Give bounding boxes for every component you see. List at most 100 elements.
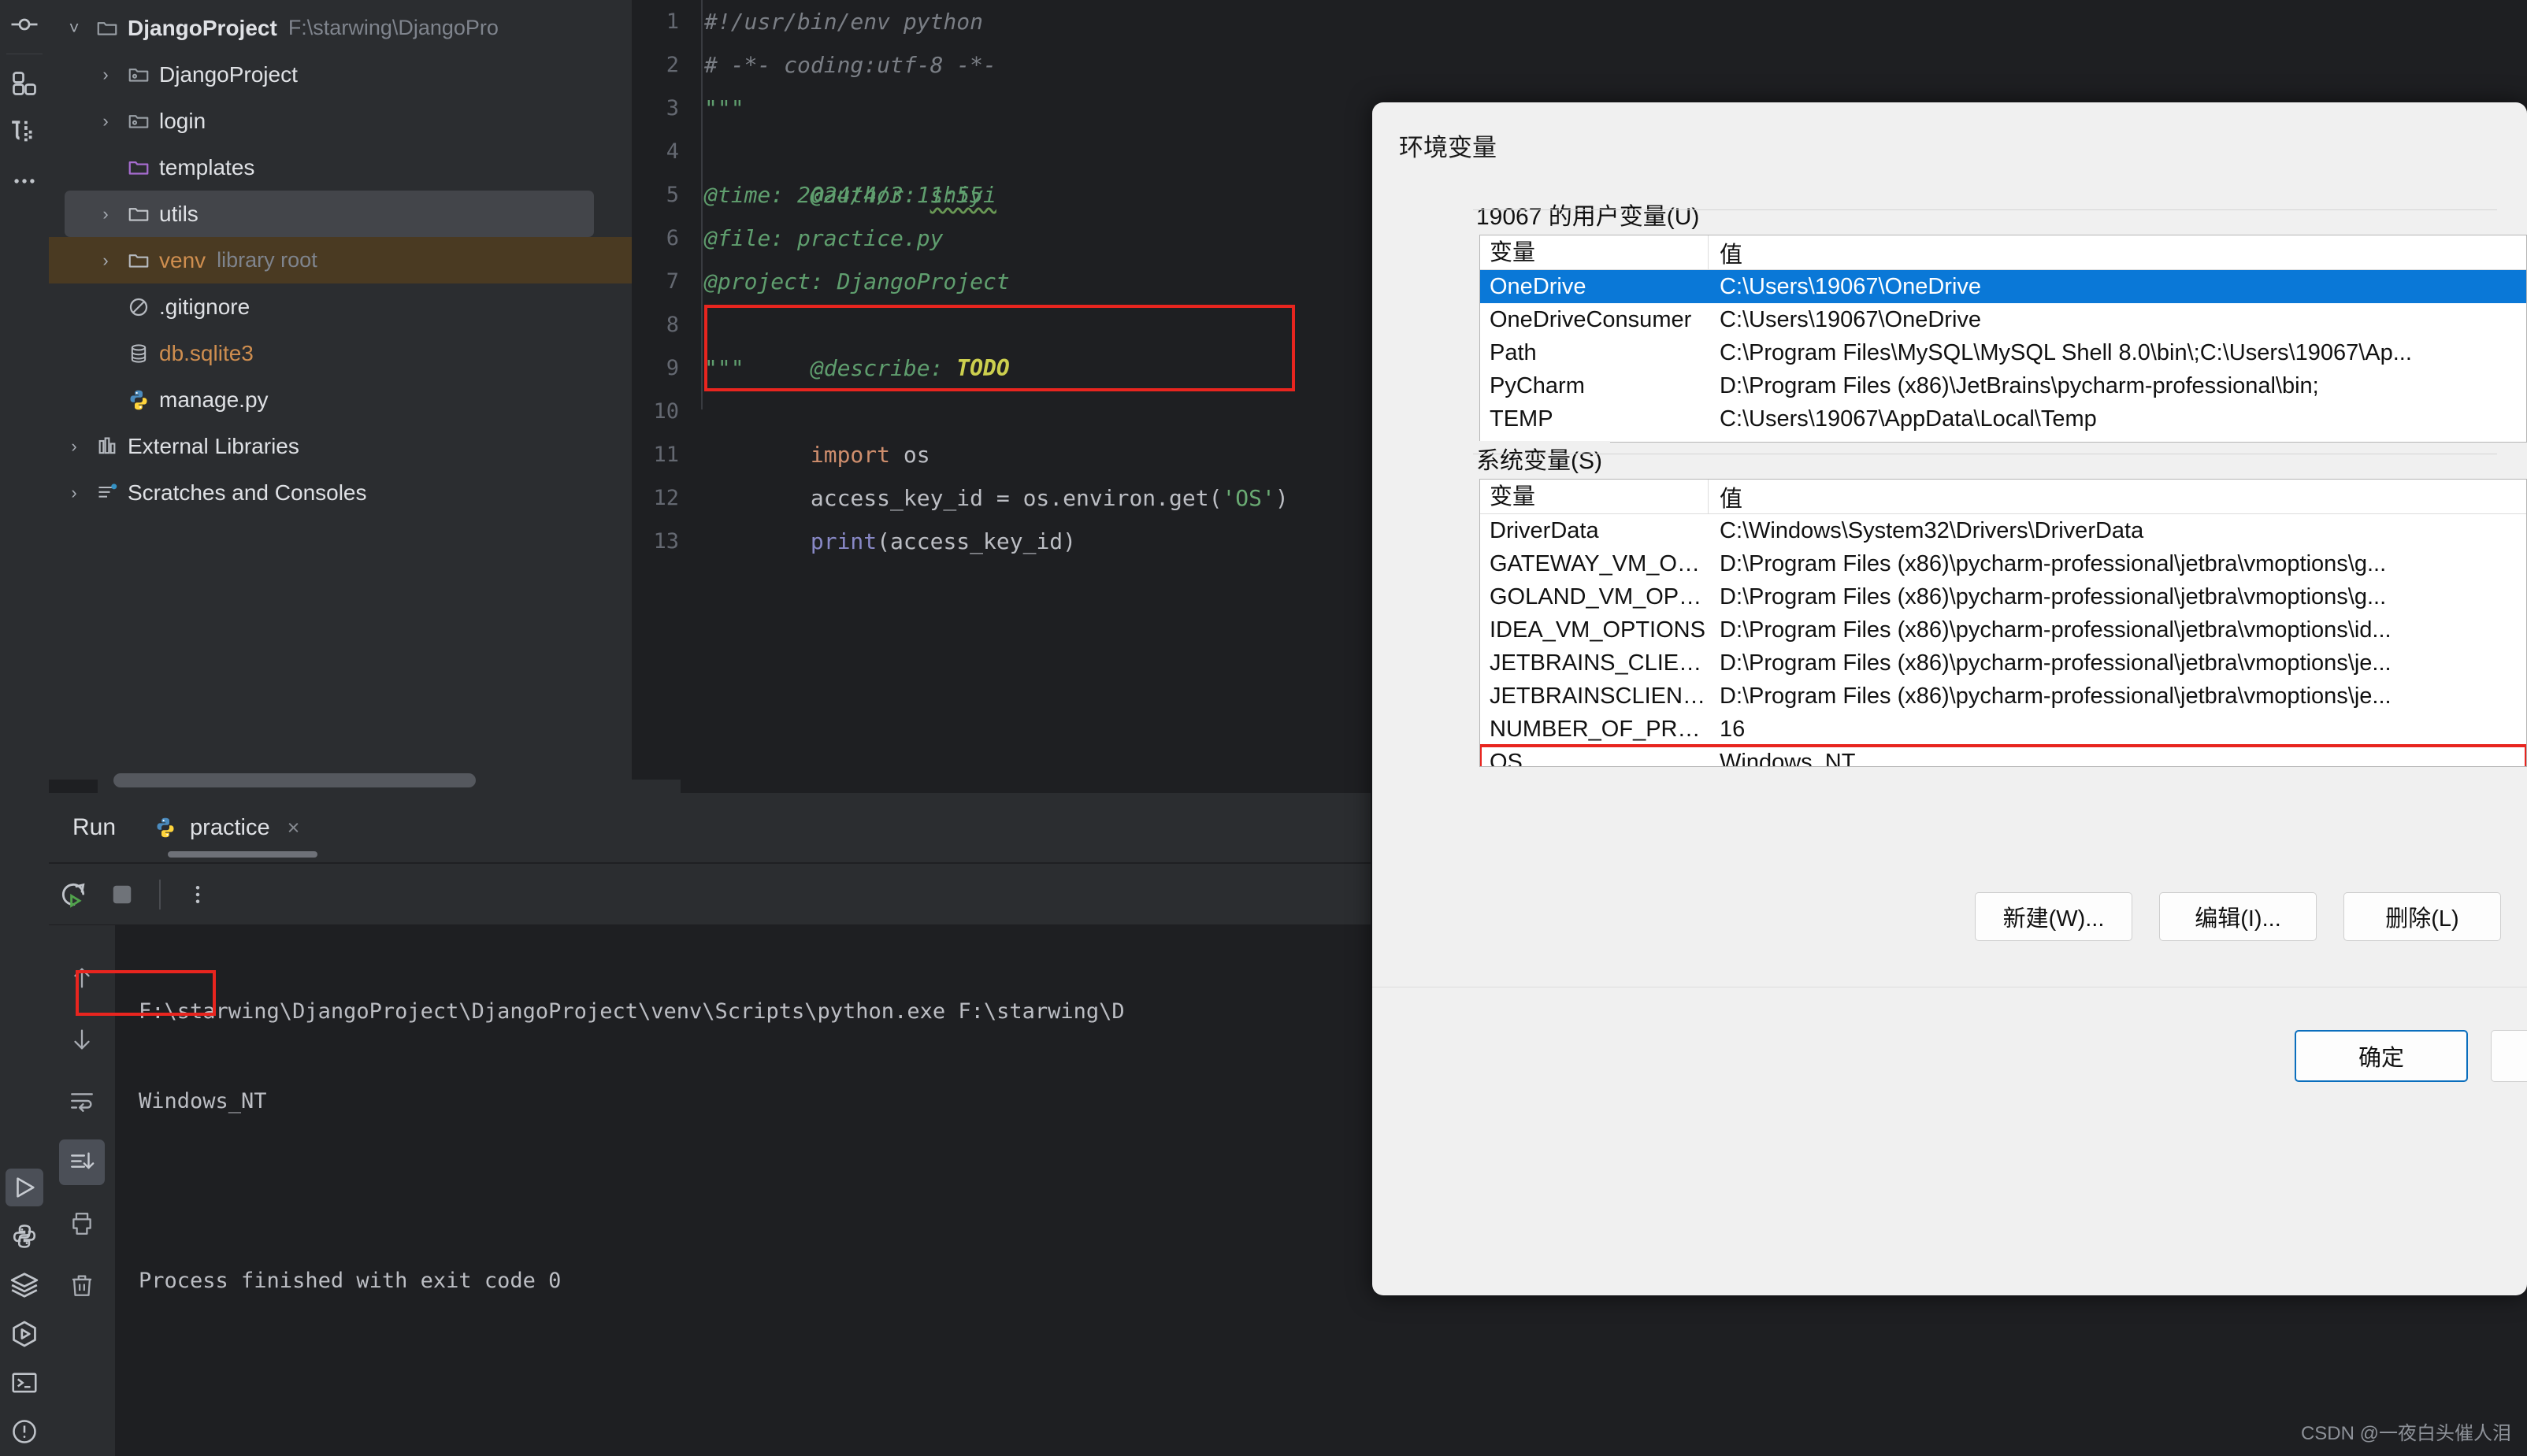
table-row[interactable]: GOLAND_VM_OPTIONS D:\Program Files (x86)… — [1480, 580, 2526, 613]
console-line: Windows_NT — [139, 1089, 267, 1113]
services-icon[interactable] — [0, 1261, 49, 1310]
environment-variables-dialog[interactable]: 环境变量 19067 的用户变量(U) 变量 值 OneDrive C:\Use… — [1372, 102, 2527, 1295]
python-console-icon[interactable] — [0, 1310, 49, 1358]
run-toolbar — [49, 863, 1371, 924]
tree-row-label: .gitignore — [159, 294, 250, 319]
user-variables-group-label: 19067 的用户变量(U) — [1468, 197, 1708, 232]
table-row[interactable]: GATEWAY_VM_OPTIONS D:\Program Files (x86… — [1480, 547, 2526, 580]
table-row-os-highlighted[interactable]: OS Windows_NT — [1480, 744, 2526, 766]
tree-row-djangoproject-root[interactable]: ˅ DjangoProject F:\starwing\DjangoPro — [49, 5, 632, 51]
tree-row-scratches-and-consoles[interactable]: › Scratches and Consoles — [49, 469, 632, 516]
tree-row-path: F:\starwing\DjangoPro — [288, 16, 499, 39]
commit-icon[interactable] — [0, 0, 49, 49]
column-header-value[interactable]: 值 — [1709, 236, 1742, 269]
run-tab-bar: Run practice × — [49, 793, 1371, 862]
code-line: #!/usr/bin/env python — [704, 9, 984, 35]
chevron-right-icon[interactable]: › — [90, 250, 121, 271]
python-packages-icon[interactable] — [0, 1212, 49, 1261]
trash-icon[interactable] — [57, 1254, 107, 1316]
tree-row-external-libraries[interactable]: › External Libraries — [49, 423, 632, 469]
project-structure-icon[interactable] — [0, 59, 49, 108]
table-row[interactable]: TMP C:\Users\19067\AppData\Local\Temp — [1480, 435, 2526, 443]
column-header-variable[interactable]: 变量 — [1480, 480, 1709, 514]
code-paren-close: ) — [1275, 485, 1289, 511]
edit-system-variable-button[interactable]: 编辑(I)... — [2159, 892, 2317, 941]
table-row[interactable]: DriverData C:\Windows\System32\Drivers\D… — [1480, 514, 2526, 547]
chevron-right-icon[interactable]: › — [90, 65, 121, 85]
run-tab-practice[interactable]: practice × — [154, 793, 318, 862]
table-row[interactable]: TEMP C:\Users\19067\AppData\Local\Temp — [1480, 402, 2526, 435]
table-row[interactable]: JETBRAINS_CLIENT_VM_OPT... D:\Program Fi… — [1480, 646, 2526, 680]
tree-row-gitignore[interactable]: .gitignore — [49, 283, 632, 330]
tree-row-utils[interactable]: › utils — [65, 191, 594, 237]
new-system-variable-button[interactable]: 新建(W)... — [1975, 892, 2132, 941]
code-line: """ — [704, 95, 744, 121]
variable-value: C:\Users\19067\AppData\Local\Temp — [1709, 439, 2526, 443]
tree-row-manage-py[interactable]: manage.py — [49, 376, 632, 423]
more-options-icon[interactable] — [173, 883, 222, 906]
stop-icon[interactable] — [98, 883, 147, 906]
chevron-right-icon[interactable]: › — [58, 483, 90, 503]
code-line: # -*- coding:utf-8 -*- — [704, 52, 996, 78]
close-icon[interactable]: × — [288, 816, 300, 840]
variable-name: TEMP — [1490, 406, 1553, 432]
project-tree[interactable]: ˅ DjangoProject F:\starwing\DjangoPro › … — [49, 0, 681, 793]
rerun-icon[interactable] — [49, 880, 98, 910]
variable-name: PyCharm — [1490, 372, 1585, 398]
tree-row-db-sqlite3[interactable]: db.sqlite3 — [49, 330, 632, 376]
code-highlight-redbox-border — [704, 305, 1295, 391]
run-tool-window[interactable]: Run practice × F:\starwing\DjangoProject… — [49, 793, 1371, 1456]
terminal-icon[interactable] — [0, 1358, 49, 1407]
line-number: 2 — [666, 53, 679, 77]
tree-row-library-root-tag: library root — [217, 248, 317, 272]
line-number: 4 — [666, 139, 679, 164]
line-number: 3 — [666, 96, 679, 120]
cancel-button[interactable]: 取消 — [2491, 1030, 2527, 1082]
column-header-variable[interactable]: 变量 — [1480, 235, 1709, 270]
column-header-value[interactable]: 值 — [1709, 480, 1742, 513]
system-variables-table-header: 变量 值 — [1480, 480, 2526, 514]
console-line: Process finished with exit code 0 — [139, 1269, 562, 1293]
line-number: 13 — [653, 529, 679, 554]
table-row[interactable]: PyCharm D:\Program Files (x86)\JetBrains… — [1480, 369, 2526, 402]
console-highlight-redbox — [76, 970, 216, 1016]
user-variables-table[interactable]: 变量 值 OneDrive C:\Users\19067\OneDrive On… — [1479, 235, 2527, 443]
tree-horizontal-scrollbar[interactable] — [113, 773, 476, 787]
table-row[interactable]: JETBRAINSCLIENT_VM_OPTI... D:\Program Fi… — [1480, 680, 2526, 713]
code-string-os: 'OS' — [1222, 485, 1275, 511]
chevron-down-icon[interactable]: ˅ — [58, 18, 90, 39]
tree-row-venv[interactable]: › venv library root — [49, 237, 632, 283]
run-console-output[interactable]: F:\starwing\DjangoProject\DjangoProject\… — [115, 925, 1371, 1456]
more-tool-windows-icon[interactable] — [0, 157, 49, 206]
tree-row-label: templates — [159, 154, 255, 180]
system-variables-table[interactable]: 变量 值 DriverData C:\Windows\System32\Driv… — [1479, 479, 2527, 767]
scroll-to-end-icon[interactable] — [57, 1132, 107, 1193]
code-editor[interactable]: 1 2 3 4 5 6 7 8 9 10 11 12 13 #!/usr/bin… — [632, 0, 1371, 780]
down-arrow-icon[interactable] — [57, 1009, 107, 1070]
variable-value: D:\Program Files (x86)\pycharm-professio… — [1720, 617, 2392, 643]
variable-name: IDEA_VM_OPTIONS — [1490, 617, 1705, 643]
chevron-right-icon[interactable]: › — [90, 204, 121, 224]
variable-name: GATEWAY_VM_OPTIONS — [1490, 550, 1709, 576]
problems-icon[interactable] — [0, 1407, 49, 1456]
tree-row-templates[interactable]: templates — [49, 144, 632, 191]
delete-system-variable-button[interactable]: 删除(L) — [2343, 892, 2501, 941]
ok-button[interactable]: 确定 — [2295, 1030, 2468, 1082]
print-icon[interactable] — [57, 1193, 107, 1254]
user-variables-group-line — [1473, 209, 2497, 210]
variable-value: C:\Users\19067\AppData\Local\Temp — [1720, 406, 2097, 432]
table-row[interactable]: OneDrive C:\Users\19067\OneDrive — [1480, 270, 2526, 303]
chevron-right-icon[interactable]: › — [90, 111, 121, 132]
table-row[interactable]: NUMBER_OF_PROCESSORS 16 — [1480, 713, 2526, 746]
tree-row-djangoproject-module[interactable]: › DjangoProject — [49, 51, 632, 98]
chevron-right-icon[interactable]: › — [58, 436, 90, 457]
table-row[interactable]: Path C:\Program Files\MySQL\MySQL Shell … — [1480, 336, 2526, 369]
line-number: 1 — [666, 9, 679, 34]
table-row[interactable]: IDEA_VM_OPTIONS D:\Program Files (x86)\p… — [1480, 613, 2526, 646]
run-icon[interactable] — [0, 1163, 49, 1212]
soft-wrap-icon[interactable] — [57, 1070, 107, 1132]
database-icon[interactable] — [0, 108, 49, 157]
tree-row-login[interactable]: › login — [49, 98, 632, 144]
table-row[interactable]: OneDriveConsumer C:\Users\19067\OneDrive — [1480, 303, 2526, 336]
module-folder-icon — [121, 63, 156, 87]
